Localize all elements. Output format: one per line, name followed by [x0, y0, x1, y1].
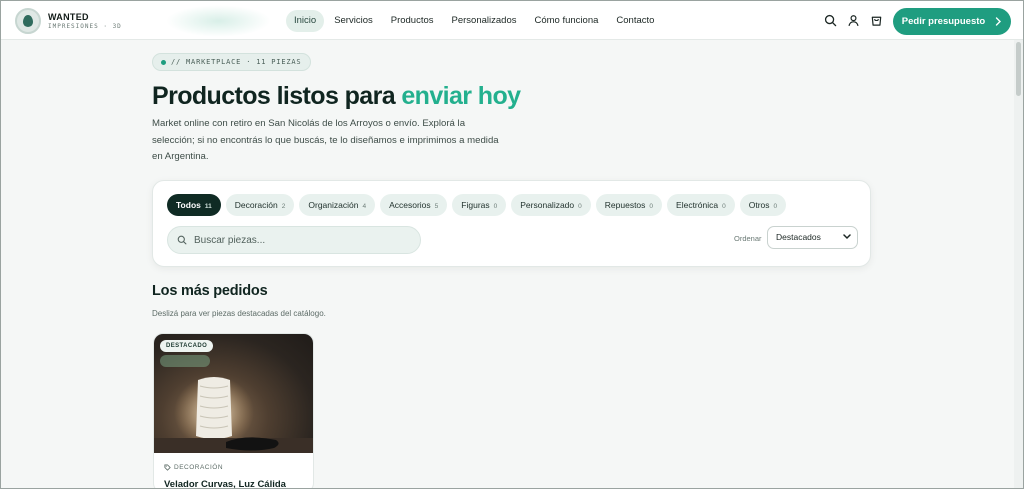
status-dot-icon: [161, 59, 166, 65]
product-name[interactable]: Velador Curvas, Luz Cálida: [164, 479, 286, 489]
chip-todos[interactable]: Todos 11: [167, 194, 221, 216]
chip-decoracion[interactable]: Decoración 2: [225, 194, 295, 216]
search-icon: [177, 235, 187, 245]
nav-item-personalizados[interactable]: Personalizados: [444, 10, 525, 32]
filter-panel: Todos 11 Decoración 2 Organización 4 Acceso…: [152, 180, 871, 267]
category-chips: Todos 11 Decoración 2 Organización 4 Acceso…: [167, 194, 787, 216]
page-title-main: Productos listos para: [152, 82, 402, 110]
hero-description: Market online con retiro en San Nicolás …: [152, 118, 499, 162]
page-scrollbar[interactable]: [1014, 40, 1023, 488]
cta-label: Pedir presupuesto: [901, 16, 986, 27]
product-card[interactable]: DESTACADO DECORACIÓN Velador Curvas, Luz…: [153, 333, 314, 489]
brand-subtitle: IMPRESIONES · 3D: [48, 23, 122, 30]
section-subtitle: Deslizá para ver piezas destacadas del c…: [152, 309, 326, 318]
marketplace-tag: // MARKETPLACE · 11 PIEZAS: [152, 53, 312, 71]
chevron-right-icon: [996, 17, 1002, 26]
nav-item-inicio[interactable]: Inicio: [286, 10, 325, 32]
chip-electronica[interactable]: Electrónica 0: [667, 194, 735, 216]
page-title: Productos listos para enviar hoy: [152, 82, 521, 111]
secondary-badge: [160, 355, 210, 367]
search-box: [167, 226, 421, 254]
featured-badge: DESTACADO: [160, 340, 214, 352]
nav-item-servicios[interactable]: Servicios: [326, 10, 381, 32]
chip-otros[interactable]: Otros 0: [739, 194, 787, 216]
main-nav: Inicio Servicios Productos Personalizado…: [286, 10, 664, 32]
tag-icon: [164, 464, 171, 471]
sort-select[interactable]: Destacados: [767, 226, 858, 249]
pedir-presupuesto-button[interactable]: Pedir presupuesto: [893, 8, 1011, 35]
chip-repuestos[interactable]: Repuestos 0: [595, 194, 663, 216]
search-icon[interactable]: [824, 14, 837, 27]
scrollbar-thumb[interactable]: [1016, 42, 1021, 96]
product-category-label: DECORACIÓN: [174, 464, 224, 471]
marketplace-tag-label: // MARKETPLACE · 11 PIEZAS: [171, 58, 302, 66]
cart-icon[interactable]: [870, 14, 883, 27]
sort-label: Ordenar: [734, 234, 762, 243]
chip-figuras[interactable]: Figuras 0: [452, 194, 507, 216]
chip-personalizado[interactable]: Personalizado 0: [511, 194, 591, 216]
chip-accesorios[interactable]: Accesorios 5: [380, 194, 448, 216]
sort-select-value: Destacados: [776, 232, 821, 242]
brand-name[interactable]: WANTED: [48, 12, 89, 22]
section-title: Los más pedidos: [152, 283, 268, 299]
logo-icon[interactable]: [15, 8, 41, 34]
nav-item-como-funciona[interactable]: Cómo funciona: [526, 10, 606, 32]
header-glow: [166, 5, 271, 37]
nav-item-contacto[interactable]: Contacto: [608, 10, 662, 32]
site-header: WANTED IMPRESIONES · 3D Inicio Servicios…: [1, 1, 1023, 40]
chevron-down-icon: [843, 234, 851, 240]
user-icon[interactable]: [847, 14, 860, 27]
product-category: DECORACIÓN: [164, 464, 223, 471]
chip-organizacion[interactable]: Organización 4: [299, 194, 376, 216]
nav-item-productos[interactable]: Productos: [383, 10, 442, 32]
page-title-accent: enviar hoy: [401, 82, 521, 110]
search-input[interactable]: [194, 233, 414, 248]
